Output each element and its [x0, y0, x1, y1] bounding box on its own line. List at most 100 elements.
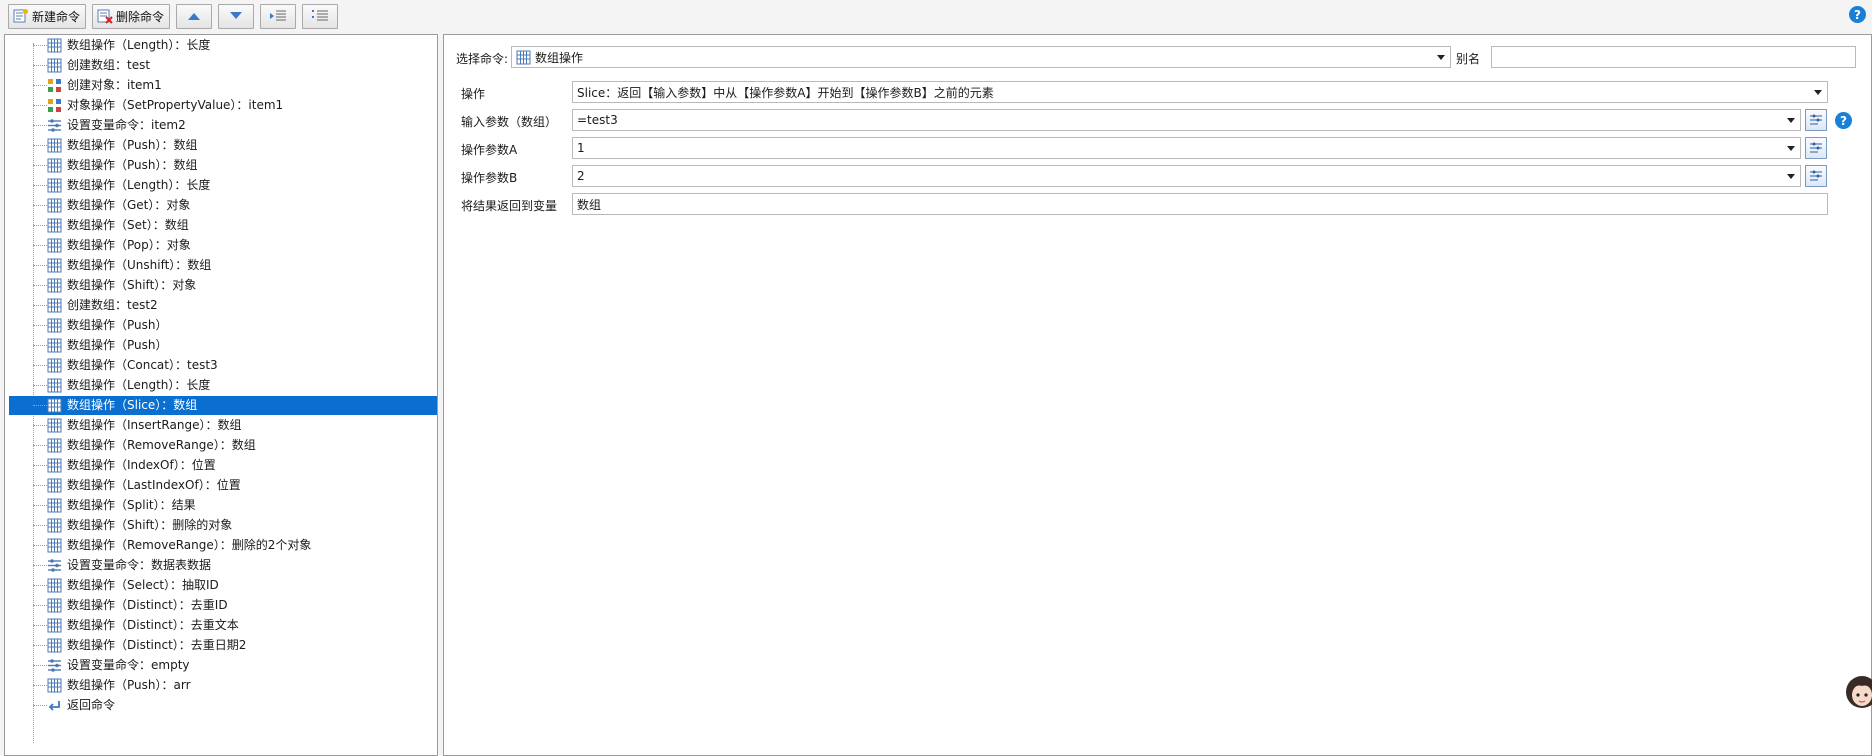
tree-item-label: 数组操作（Length）：长度	[67, 178, 211, 192]
tree-item[interactable]: 数组操作（RemoveRange）：数组	[9, 436, 437, 455]
tree-item[interactable]: 数组操作（Pop）：对象	[9, 236, 437, 255]
input-param-field[interactable]: =test3	[572, 109, 1801, 131]
array-icon	[47, 158, 62, 173]
tree-connector	[33, 685, 47, 686]
tree-item[interactable]: 数组操作（Set）：数组	[9, 216, 437, 235]
tree-item-label: 设置变量命令：数据表数据	[67, 558, 212, 572]
param-a-field[interactable]: 1	[572, 137, 1801, 159]
arrow-up-icon	[188, 13, 201, 20]
tree-item-label: 数组操作（Push）：数组	[67, 158, 198, 172]
tree-item-label: 数组操作（Split）：结果	[67, 498, 196, 512]
tree-connector	[33, 465, 47, 466]
new-command-button[interactable]: 新建命令	[8, 3, 87, 29]
tree-item[interactable]: 设置变量命令：数据表数据	[9, 556, 437, 575]
tree-item[interactable]: 数组操作（Concat）：test3	[9, 356, 437, 375]
input-param-expression-button[interactable]	[1805, 109, 1827, 131]
tree-item[interactable]: 数组操作（InsertRange）：数组	[9, 416, 437, 435]
tree-item[interactable]: 创建数组：test	[9, 56, 437, 75]
tree-item[interactable]: 数组操作（Unshift）：数组	[9, 256, 437, 275]
tree-item[interactable]: 数组操作（Push）：数组	[9, 156, 437, 175]
help-icon[interactable]: ?	[1849, 6, 1866, 23]
array-icon	[47, 638, 62, 653]
object-icon	[48, 79, 61, 92]
tree-item-label: 设置变量命令：item2	[67, 118, 186, 132]
tree-item-label: 数组操作（Pop）：对象	[67, 238, 191, 252]
tree-connector	[33, 485, 47, 486]
tree-item-label: 数组操作（Concat）：test3	[67, 358, 218, 372]
outdent-button[interactable]	[302, 3, 339, 29]
tree-item[interactable]: 返回命令	[9, 696, 437, 715]
tree-item[interactable]: 设置变量命令：item2	[9, 116, 437, 135]
tree-item[interactable]: 数组操作（Distinct）：去重文本	[9, 616, 437, 635]
array-icon	[47, 478, 62, 493]
tree-item[interactable]: 数组操作（Push）	[9, 316, 437, 335]
tree-item[interactable]: 数组操作（Push）：arr	[9, 676, 437, 695]
tree-connector	[33, 645, 47, 646]
tree-item[interactable]: 数组操作（Shift）：对象	[9, 276, 437, 295]
tree-item[interactable]: 数组操作（Slice）：数组	[9, 396, 437, 415]
tree-connector	[33, 405, 47, 406]
tree-connector	[33, 225, 47, 226]
list-icon	[312, 10, 329, 21]
tree-item[interactable]: 设置变量命令：empty	[9, 656, 437, 675]
tree-item[interactable]: 数组操作（RemoveRange）：删除的2个对象	[9, 536, 437, 555]
array-icon	[47, 358, 62, 373]
array-icon	[47, 598, 62, 613]
tree-item[interactable]: 数组操作（Get）：对象	[9, 196, 437, 215]
tree-item[interactable]: 数组操作（Split）：结果	[9, 496, 437, 515]
tree-item[interactable]: 数组操作（Shift）：删除的对象	[9, 516, 437, 535]
param-b-expression-button[interactable]	[1805, 165, 1827, 187]
alias-input[interactable]	[1491, 46, 1856, 68]
tree-item-label: 创建数组：test	[67, 58, 151, 72]
move-down-button[interactable]	[218, 3, 255, 29]
tree-item-label: 数组操作（InsertRange）：数组	[67, 418, 242, 432]
param-b-field[interactable]: 2	[572, 165, 1801, 187]
return-variable-input[interactable]: 数组	[572, 193, 1828, 215]
tree-item[interactable]: 数组操作（Length）：长度	[9, 36, 437, 55]
indent-button[interactable]	[260, 3, 297, 29]
tree-item[interactable]: 数组操作（IndexOf）：位置	[9, 456, 437, 475]
return-variable-label: 将结果返回到变量	[461, 199, 558, 213]
tree-connector	[33, 165, 47, 166]
expression-icon	[1810, 114, 1822, 125]
tree-item[interactable]: 数组操作（Length）：长度	[9, 176, 437, 195]
array-icon	[47, 298, 62, 313]
tree-item[interactable]: 数组操作（Distinct）：去重ID	[9, 596, 437, 615]
tree-connector	[33, 185, 47, 186]
command-tree[interactable]: 数组操作（Length）：长度 创建数组：test 创建对象：item1 对象操作（S…	[4, 34, 438, 756]
select-command-dropdown[interactable]: 数组操作	[511, 46, 1451, 68]
new-command-icon	[13, 8, 29, 24]
tree-connector	[33, 45, 47, 46]
tree-connector	[33, 705, 47, 706]
tree-item[interactable]: 数组操作（Push）：数组	[9, 136, 437, 155]
tree-item[interactable]: 数组操作（LastIndexOf）：位置	[9, 476, 437, 495]
assistant-avatar[interactable]	[1845, 672, 1872, 712]
tree-item[interactable]: 数组操作（Length）：长度	[9, 376, 437, 395]
tree-connector	[33, 545, 47, 546]
array-icon	[47, 678, 62, 693]
tree-item-label: 数组操作（Unshift）：数组	[67, 258, 212, 272]
tree-connector	[33, 565, 47, 566]
tree-item[interactable]: 数组操作（Select）：抽取ID	[9, 576, 437, 595]
input-param-help-icon[interactable]: ?	[1835, 112, 1852, 129]
indent-icon	[270, 10, 287, 21]
tree-item-label: 设置变量命令：empty	[67, 658, 190, 672]
tree-item[interactable]: 创建对象：item1	[9, 76, 437, 95]
tree-connector	[33, 345, 47, 346]
array-icon	[47, 278, 62, 293]
tree-item[interactable]: 对象操作（SetPropertyValue）：item1	[9, 96, 437, 115]
param-a-expression-button[interactable]	[1805, 137, 1827, 159]
tree-connector	[33, 425, 47, 426]
tree-item[interactable]: 数组操作（Push）	[9, 336, 437, 355]
tree-item[interactable]: 数组操作（Distinct）：去重日期2	[9, 636, 437, 655]
delete-command-button[interactable]: 删除命令	[92, 3, 171, 29]
move-up-button[interactable]	[176, 3, 213, 29]
tree-connector	[33, 205, 47, 206]
tree-connector	[33, 525, 47, 526]
tree-item[interactable]: 创建数组：test2	[9, 296, 437, 315]
tree-item-label: 数组操作（Shift）：对象	[67, 278, 197, 292]
return-icon	[48, 701, 60, 711]
tree-connector	[33, 585, 47, 586]
return-variable-value: 数组	[577, 197, 602, 212]
operation-dropdown[interactable]: Slice：返回【输入参数】中从【操作参数A】开始到【操作参数B】之前的元素	[572, 81, 1828, 103]
